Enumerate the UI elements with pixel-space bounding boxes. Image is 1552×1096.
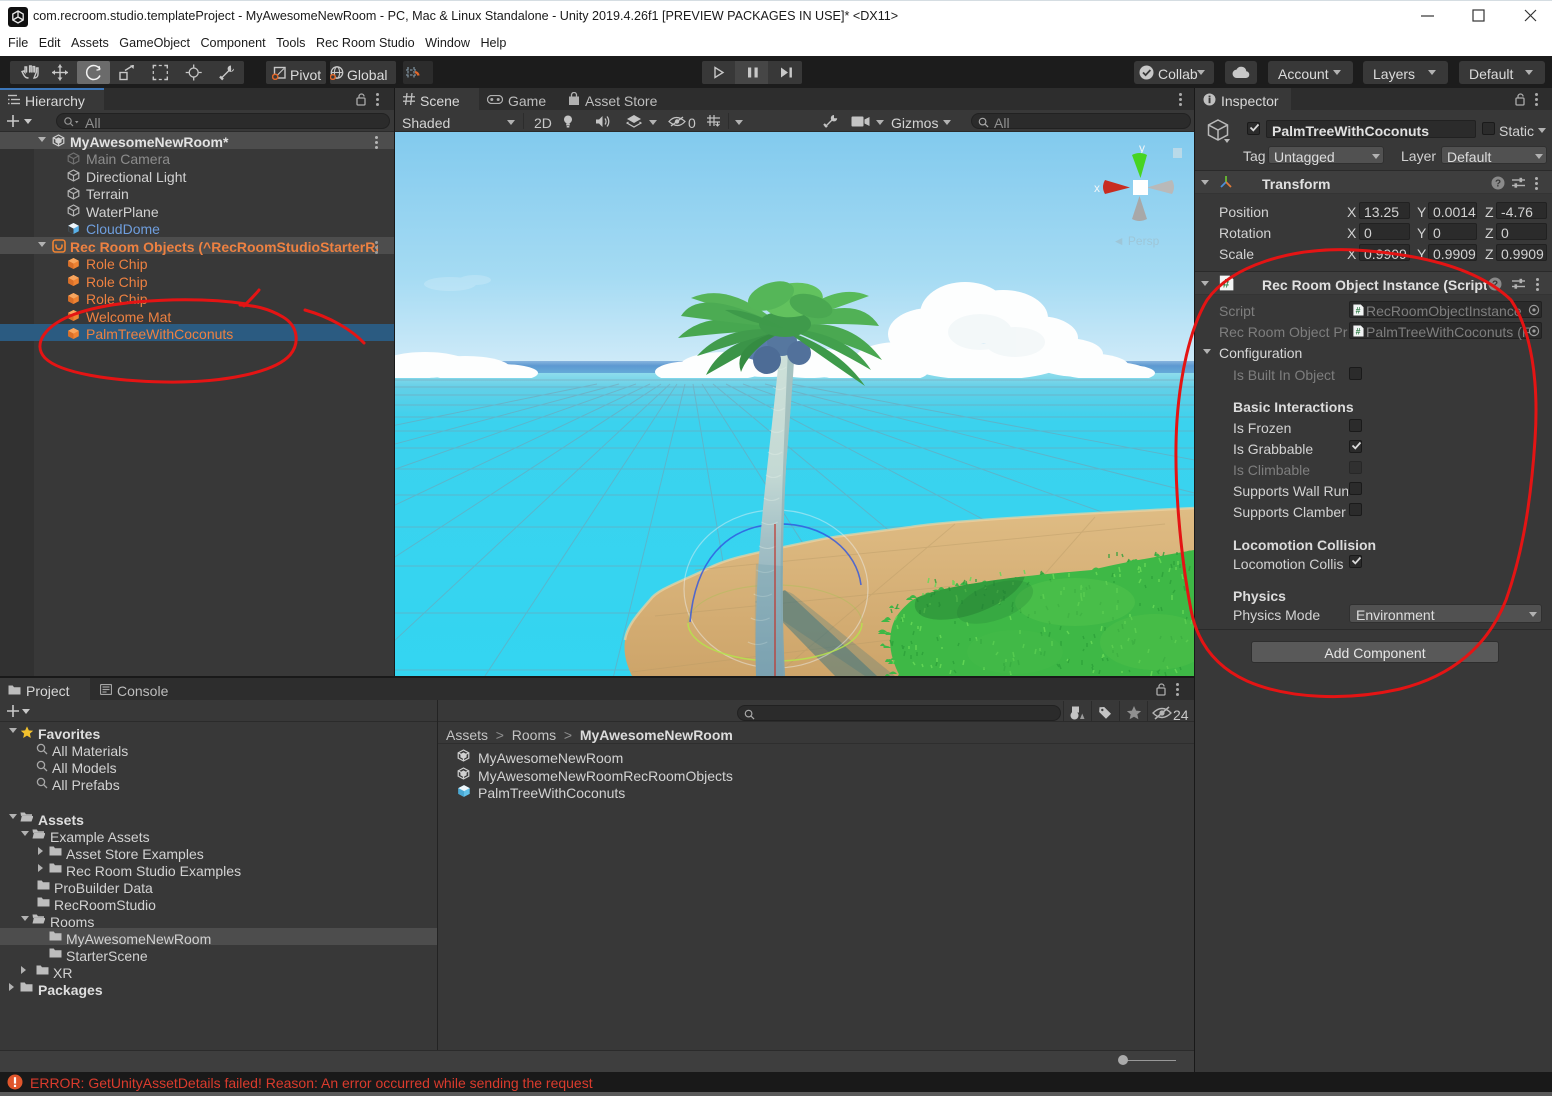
svg-text:?: ?	[1495, 179, 1501, 190]
svg-text:y: y	[1139, 141, 1145, 155]
svg-text:x: x	[1094, 181, 1100, 195]
svg-text:?: ?	[1492, 280, 1498, 291]
svg-text:◄ Persp: ◄ Persp	[1113, 234, 1160, 248]
